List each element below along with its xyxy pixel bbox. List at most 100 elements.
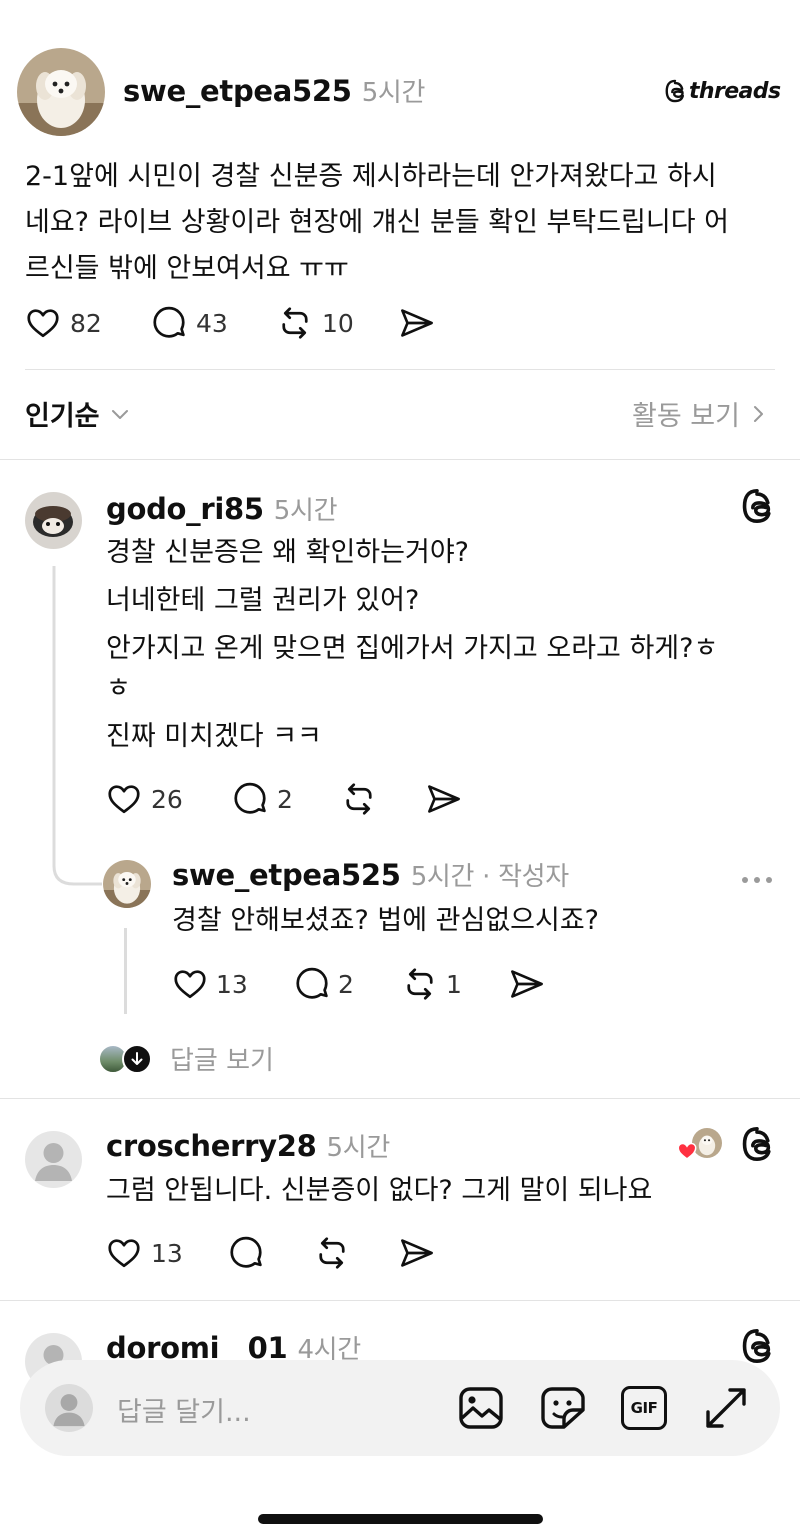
view-replies-label: 답글 보기	[170, 1046, 274, 1076]
comment-text-line: ㅎ	[106, 673, 131, 704]
repost-icon	[346, 783, 372, 815]
home-indicator[interactable]	[258, 1514, 543, 1524]
reply-input[interactable]: 답글 달기...	[117, 1390, 251, 1429]
sticker-button[interactable]	[540, 1386, 586, 1434]
chevron-right-icon	[753, 405, 763, 422]
reply-like-button[interactable]	[172, 966, 208, 1002]
send-icon	[428, 785, 460, 813]
comment-like-count: 26	[151, 785, 183, 814]
activity-label: 활동 보기	[632, 401, 740, 432]
sort-dropdown[interactable]: 인기순	[25, 394, 132, 433]
comment-repost-button[interactable]	[341, 781, 377, 817]
post-repost-button[interactable]	[277, 305, 313, 341]
repost-icon	[319, 1237, 345, 1269]
comment-avatar[interactable]	[25, 1131, 82, 1188]
comment-author[interactable]: croscherry28 5시간	[106, 1127, 390, 1164]
sort-label: 인기순	[25, 401, 100, 432]
post-divider	[25, 369, 775, 370]
post-author-username[interactable]: swe_etpea525 5시간	[123, 72, 425, 109]
heart-icon	[108, 785, 140, 814]
expand-icon	[706, 1388, 746, 1428]
sticker-icon	[541, 1387, 585, 1429]
send-icon	[401, 309, 433, 337]
view-replies-button[interactable]: 답글 보기	[98, 1040, 274, 1077]
attach-image-button[interactable]	[458, 1386, 504, 1434]
thread-connector-line	[52, 566, 102, 886]
more-options-button[interactable]	[740, 870, 774, 889]
heart-icon	[174, 970, 206, 999]
comment-text-line: 그럼 안됩니다. 신분증이 없다? 그게 말이 되나요	[106, 1175, 653, 1206]
sort-divider	[0, 459, 800, 460]
default-avatar-icon	[53, 1394, 85, 1427]
send-icon	[511, 970, 543, 998]
threads-icon[interactable]	[740, 488, 774, 528]
comment-share-button[interactable]	[398, 1235, 436, 1271]
comment-reply-count: 2	[277, 785, 293, 814]
post-comment-button[interactable]	[151, 305, 187, 341]
reply-repost-count: 1	[446, 970, 462, 999]
reply-repost-button[interactable]	[402, 966, 438, 1002]
comment-like-button[interactable]	[106, 781, 142, 817]
reply-avatar[interactable]	[103, 860, 151, 908]
comment-username[interactable]: godo_ri85	[106, 492, 264, 526]
comment-time: 5시간	[326, 1133, 390, 1163]
post-text-line-1: 2-1앞에 시민이 경찰 신분증 제시하라는데 안가져왔다고 하시	[25, 161, 717, 192]
reply-author[interactable]: swe_etpea525 5시간 · 작성자	[172, 856, 569, 893]
comment-text-line: 진짜 미치겠다 ㅋㅋ	[106, 721, 322, 752]
expand-button[interactable]	[704, 1386, 748, 1434]
comment-reply-button[interactable]	[228, 1235, 264, 1271]
post-text-line-3: 르신들 밖에 안보여서요 ㅠㅠ	[25, 253, 349, 284]
repost-icon	[407, 968, 433, 1000]
comment-share-button[interactable]	[425, 781, 463, 817]
comment-text-line: 너네한테 그럴 권리가 있어?	[106, 585, 420, 616]
comment-avatar[interactable]	[25, 492, 82, 549]
comment-repost-button[interactable]	[314, 1235, 350, 1271]
threads-icon[interactable]	[740, 1126, 774, 1166]
reply-comment-count: 2	[338, 970, 354, 999]
comment-reply-button[interactable]	[232, 781, 268, 817]
comment-divider	[0, 1098, 800, 1099]
post-author-avatar[interactable]	[17, 48, 105, 136]
more-horizontal-icon	[742, 877, 772, 883]
threads-logo[interactable]: threads	[664, 78, 781, 104]
activity-link[interactable]: 활동 보기	[632, 394, 770, 433]
comment-like-count: 13	[151, 1239, 183, 1268]
gif-button[interactable]: GIF	[621, 1386, 667, 1430]
reply-username[interactable]: swe_etpea525	[172, 858, 401, 892]
comment-bubble-icon	[234, 782, 266, 814]
arrow-down-icon	[122, 1043, 152, 1074]
comment-bubble-icon	[153, 306, 185, 338]
reply-text: 경찰 안해보셨죠? 법에 관심없으시죠?	[172, 905, 600, 936]
comment-text-line: 경찰 신분증은 왜 확인하는거야?	[106, 537, 469, 568]
gif-label: GIF	[630, 1399, 658, 1417]
chevron-down-icon	[111, 409, 128, 419]
post-like-count: 82	[70, 309, 102, 338]
comment-username[interactable]: croscherry28	[106, 1129, 317, 1163]
default-avatar-icon	[35, 1143, 72, 1181]
comment-bubble-icon	[296, 967, 328, 999]
heart-icon	[27, 309, 59, 338]
heart-filled-icon	[677, 1142, 697, 1160]
image-icon	[459, 1387, 503, 1429]
reply-comment-button[interactable]	[294, 966, 330, 1002]
comment-text-line: 안가지고 온게 맞으면 집에가서 가지고 오라고 하게?ㅎ	[106, 633, 719, 664]
post-author-name[interactable]: swe_etpea525	[123, 74, 352, 108]
comment-author[interactable]: godo_ri85 5시간	[106, 490, 338, 527]
send-icon	[401, 1239, 433, 1267]
repost-icon	[282, 307, 308, 339]
post-text-line-2: 네요? 라이브 상황이라 현장에 걔신 분들 확인 부탁드립니다 어	[25, 207, 729, 238]
composer-avatar	[45, 1384, 93, 1432]
post-like-button[interactable]	[25, 305, 61, 341]
comment-divider	[0, 1300, 800, 1301]
comment-like-button[interactable]	[106, 1235, 142, 1271]
heart-icon	[108, 1239, 140, 1268]
post-repost-count: 10	[322, 309, 354, 338]
reply-thread-line	[124, 928, 127, 1014]
post-share-button[interactable]	[398, 305, 436, 341]
reply-share-button[interactable]	[508, 966, 546, 1002]
post-time: 5시간	[361, 78, 426, 108]
post-comment-count: 43	[196, 309, 228, 338]
threads-logo-icon	[665, 79, 684, 103]
reply-composer[interactable]: 답글 달기... GIF	[20, 1360, 780, 1456]
threads-wordmark: threads	[689, 78, 781, 104]
